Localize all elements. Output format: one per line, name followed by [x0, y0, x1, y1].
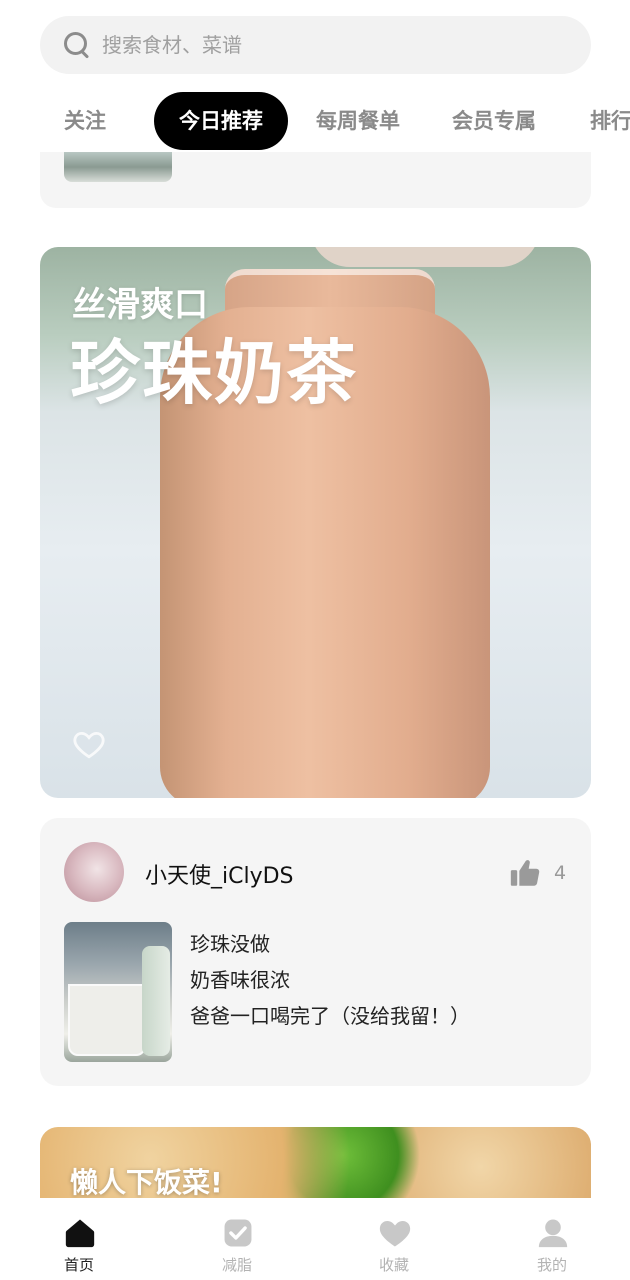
- nav-label: 我的: [536, 1256, 567, 1274]
- tab-follow[interactable]: 关注: [64, 92, 106, 150]
- nav-label: 减脂: [221, 1256, 252, 1274]
- profile-icon: [538, 1219, 568, 1248]
- comment-line: 爸爸一口喝完了（没给我留！）: [190, 1004, 470, 1028]
- search-bar[interactable]: [40, 16, 591, 74]
- recipe-title: 懒人下饭菜!: [70, 1166, 223, 1199]
- nav-label: 收藏: [378, 1256, 409, 1274]
- thumbs-up-icon[interactable]: [508, 856, 542, 890]
- nav-favorites[interactable]: 收藏: [354, 1198, 434, 1280]
- comment-thumbnail-image: [64, 152, 172, 182]
- bottom-navigation: 首页 减脂 收藏 我的: [0, 1198, 630, 1280]
- nav-diet[interactable]: 减脂: [197, 1198, 277, 1280]
- comment-photo-bottle: [142, 946, 170, 1056]
- nav-label: 首页: [63, 1256, 94, 1274]
- search-input[interactable]: [102, 33, 542, 57]
- recipe-hero-card[interactable]: 丝滑爽口 珍珠奶茶: [40, 247, 591, 798]
- comment-photo-glass: [68, 984, 146, 1056]
- hero-image-cup: [310, 247, 540, 267]
- tab-weekly-menu[interactable]: 每周餐单: [316, 92, 400, 150]
- comment-line: 珍珠没做: [190, 932, 270, 956]
- home-icon: [65, 1219, 95, 1248]
- comment-username[interactable]: 小天使_iClyDS: [145, 858, 294, 890]
- app-root: 关注 今日推荐 每周餐单 会员专属 排行 丝滑爽口 珍珠奶茶 小天使_iClyD…: [0, 0, 630, 1280]
- like-count: 4: [554, 862, 567, 884]
- diet-shield-icon: [224, 1219, 252, 1247]
- recipe-card-next[interactable]: 懒人下饭菜!: [40, 1127, 591, 1207]
- tab-today-recommend[interactable]: 今日推荐: [154, 92, 288, 150]
- category-tabs: 关注 今日推荐 每周餐单 会员专属 排行: [0, 92, 630, 152]
- avatar[interactable]: [64, 842, 124, 902]
- comment-line: 奶香味很浓: [190, 968, 290, 992]
- tab-ranking[interactable]: 排行: [590, 92, 630, 150]
- recipe-title: 珍珠奶茶: [70, 332, 358, 414]
- feed-card-previous[interactable]: [40, 152, 591, 208]
- nav-profile[interactable]: 我的: [512, 1198, 592, 1280]
- heart-icon: [379, 1220, 411, 1247]
- user-comment-card[interactable]: 小天使_iClyDS 4 珍珠没做 奶香味很浓 爸爸一口喝完了（没给我留！）: [40, 818, 591, 1086]
- nav-home[interactable]: 首页: [39, 1198, 119, 1280]
- tab-vip-exclusive[interactable]: 会员专属: [452, 92, 536, 150]
- search-icon: [62, 30, 92, 60]
- comment-photo[interactable]: [64, 922, 172, 1062]
- comment-text: 珍珠没做 奶香味很浓 爸爸一口喝完了（没给我留！）: [190, 926, 470, 1034]
- heart-outline-icon[interactable]: [72, 727, 106, 761]
